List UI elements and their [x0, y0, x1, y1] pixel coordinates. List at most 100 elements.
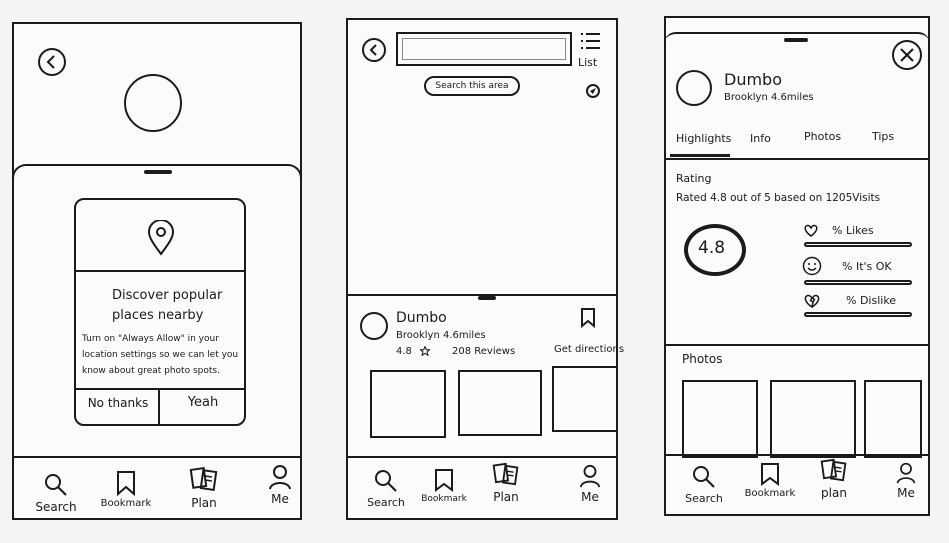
nav-search-label: Search: [35, 500, 77, 514]
nav-plan-label: Plan: [493, 490, 519, 504]
dialog-title-line1: Discover popular: [112, 288, 223, 303]
photo-thumbnail[interactable]: [458, 370, 542, 436]
heart-icon: [804, 224, 818, 237]
get-directions-link[interactable]: Get directions: [554, 344, 624, 356]
active-tab-indicator: [670, 154, 730, 157]
plan-icon: [820, 458, 847, 482]
place-avatar: [360, 312, 388, 340]
nav-plan[interactable]: plan: [804, 456, 864, 500]
location-dialog: Discover popular places nearby Turn on "…: [74, 198, 246, 426]
dialog-title-line2: places nearby: [112, 308, 204, 323]
rating-score: 4.8: [698, 238, 726, 258]
bookmark-icon[interactable]: [580, 308, 596, 328]
sheet-handle[interactable]: [784, 38, 808, 42]
photo-thumbnail[interactable]: [682, 380, 758, 458]
tab-highlights[interactable]: Highlights: [676, 132, 731, 145]
close-icon: [900, 48, 914, 62]
nav-plan[interactable]: Plan: [476, 460, 536, 504]
nav-bookmark-label: Bookmark: [421, 494, 467, 504]
list-toggle[interactable]: List: [578, 30, 608, 76]
bottom-sheet: Discover popular places nearby Turn on "…: [12, 164, 302, 464]
star-icon: [420, 346, 430, 356]
bottom-nav: Search Bookmark plan Me: [666, 454, 928, 514]
nav-me-label: Me: [271, 492, 289, 506]
rating-summary: Rated 4.8 out of 5 based on 1205Visits: [676, 192, 881, 204]
navigation-icon: [590, 88, 596, 94]
place-rating: 4.8: [396, 346, 412, 357]
nav-me[interactable]: Me: [250, 464, 310, 506]
place-name: Dumbo: [724, 70, 782, 89]
nav-plan[interactable]: Plan: [174, 464, 234, 510]
screen-location-prompt: Discover popular places nearby Turn on "…: [12, 22, 302, 520]
tab-tips[interactable]: Tips: [872, 130, 894, 143]
screen-place-detail: Dumbo Brooklyn 4.6miles Highlights Info …: [664, 16, 930, 516]
plan-icon: [492, 462, 519, 486]
bookmark-icon: [435, 469, 453, 492]
no-thanks-button[interactable]: No thanks: [80, 396, 156, 410]
nav-bookmark-label: Bookmark: [744, 488, 796, 499]
bottom-nav: Search Bookmark Plan Me: [348, 456, 616, 518]
search-icon: [693, 466, 715, 488]
location-pin-icon: [147, 220, 175, 256]
search-this-area-button[interactable]: Search this area: [424, 76, 520, 96]
back-button[interactable]: [38, 48, 66, 76]
chevron-left-icon: [369, 44, 377, 56]
photo-thumbnail[interactable]: [552, 366, 616, 432]
nav-bookmark[interactable]: Bookmark: [96, 470, 156, 509]
nav-me[interactable]: Me: [560, 464, 620, 504]
place-name: Dumbo: [396, 310, 447, 326]
nav-plan-label: plan: [821, 486, 847, 500]
dislike-label: % Dislike: [846, 294, 897, 307]
search-icon: [45, 474, 67, 496]
person-icon: [269, 465, 291, 490]
dislike-bar: [804, 312, 912, 317]
photo-thumbnail[interactable]: [370, 370, 446, 438]
locate-me-button[interactable]: [586, 84, 600, 98]
nav-search[interactable]: Search: [26, 472, 86, 514]
plan-icon: [189, 466, 218, 492]
nav-bookmark[interactable]: Bookmark: [740, 462, 800, 499]
likes-bar: [804, 242, 912, 247]
list-icon: [581, 33, 600, 49]
person-icon: [579, 464, 601, 488]
ok-bar: [804, 280, 912, 285]
yeah-button[interactable]: Yeah: [164, 395, 242, 410]
avatar: [124, 74, 182, 132]
nav-search-label: Search: [685, 492, 723, 505]
smiley-icon: [802, 256, 822, 276]
place-avatar: [676, 70, 712, 106]
tab-info[interactable]: Info: [750, 132, 771, 145]
nav-search[interactable]: Search: [356, 468, 416, 509]
chevron-left-icon: [46, 55, 55, 69]
search-input[interactable]: [396, 32, 572, 66]
place-reviews[interactable]: 208 Reviews: [452, 346, 515, 358]
photos-heading: Photos: [682, 352, 723, 366]
screen-map-search: List Search this area Dumbo Brooklyn 4.6…: [346, 18, 624, 520]
nav-me[interactable]: Me: [876, 462, 936, 500]
dialog-body-line3: know about great photo spots.: [82, 366, 220, 376]
dialog-body-line2: location settings so we can let you: [82, 350, 239, 360]
back-button[interactable]: [362, 38, 386, 62]
photo-thumbnail[interactable]: [770, 380, 856, 458]
nav-plan-label: Plan: [191, 496, 217, 510]
photo-thumbnail[interactable]: [864, 380, 922, 458]
bookmark-icon: [117, 471, 135, 496]
place-location: Brooklyn 4.6miles: [396, 330, 486, 341]
nav-bookmark-label: Bookmark: [100, 498, 152, 509]
nav-me-label: Me: [581, 490, 599, 504]
sheet-handle[interactable]: [478, 296, 496, 300]
close-button[interactable]: [892, 40, 922, 70]
nav-search-label: Search: [367, 496, 405, 509]
bottom-nav: Search Bookmark Plan Me: [14, 456, 300, 518]
person-icon: [896, 462, 916, 484]
likes-label: % Likes: [832, 224, 874, 237]
rating-heading: Rating: [676, 172, 712, 185]
nav-search[interactable]: Search: [674, 464, 734, 505]
ok-label: % It's OK: [842, 260, 892, 273]
nav-bookmark[interactable]: Bookmark: [414, 468, 474, 504]
bookmark-icon: [761, 463, 779, 486]
broken-heart-icon: [804, 294, 820, 308]
nav-me-label: Me: [897, 486, 915, 500]
sheet-handle[interactable]: [144, 170, 172, 174]
tab-photos[interactable]: Photos: [804, 130, 841, 143]
